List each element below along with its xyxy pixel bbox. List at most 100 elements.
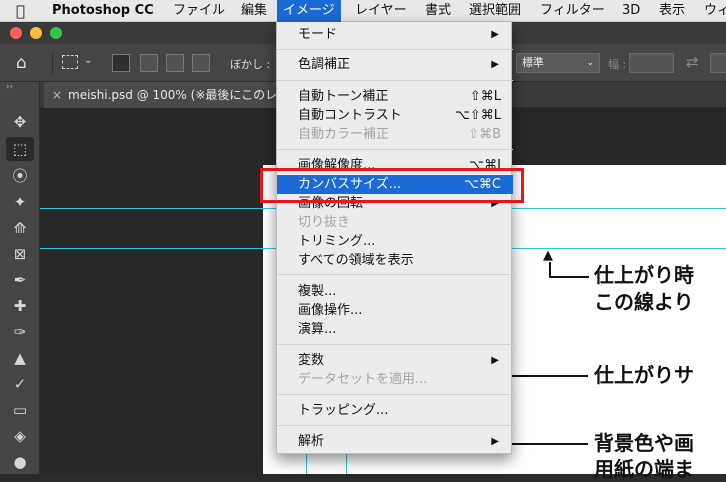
menu-item-trim[interactable]: トリミング... xyxy=(277,232,513,251)
eraser-tool-icon[interactable]: ▭ xyxy=(6,398,34,422)
submenu-arrow-icon: ▶ xyxy=(491,355,499,366)
stamp-tool-icon[interactable]: ▲ xyxy=(6,346,34,370)
collapse-icon[interactable]: ›› xyxy=(6,82,13,92)
menu-item-label: 自動トーン補正 xyxy=(298,89,389,104)
healing-brush-tool-icon[interactable]: ✚ xyxy=(6,294,34,318)
menu-item-label: モード xyxy=(298,27,338,42)
minimize-window-icon[interactable] xyxy=(30,27,42,39)
menu-edit[interactable]: 編集 xyxy=(241,0,267,22)
blur-tool-icon[interactable]: ● xyxy=(6,450,34,474)
swap-icon[interactable]: ⇄ xyxy=(686,53,699,71)
menu-item-label: トリミング... xyxy=(298,234,376,249)
menu-item-label: 解析 xyxy=(298,434,325,449)
menu-item-label: 色調補正 xyxy=(298,57,351,72)
menu-view[interactable]: 表示 xyxy=(659,0,685,22)
menu-item-label: 演算... xyxy=(298,322,337,337)
menu-item-crop: 切り抜き xyxy=(277,213,513,232)
menu-item-label: トラッピング... xyxy=(298,403,389,418)
close-window-icon[interactable] xyxy=(10,27,22,39)
document-tab-title: meishi.psd @ 100% (※最後にこのレイ xyxy=(68,88,290,102)
menu-item-shortcut: ⇧⌘L xyxy=(469,89,501,104)
menu-item-label: すべての領域を表示 xyxy=(298,253,414,268)
menu-item-shortcut: ⇧⌘B xyxy=(468,127,501,142)
home-icon[interactable]: ⌂ xyxy=(16,53,27,73)
menu-item-duplicate[interactable]: 複製... xyxy=(277,282,513,301)
menu-item-auto-contrast[interactable]: 自動コントラスト ⌥⇧⌘L xyxy=(277,106,513,125)
menu-item-label: 切り抜き xyxy=(298,215,351,230)
menu-separator xyxy=(277,274,513,275)
note-text: 背景色や画 xyxy=(594,431,694,455)
zoom-window-icon[interactable] xyxy=(50,27,62,39)
menu-type[interactable]: 書式 xyxy=(425,0,451,22)
menu-app-photoshop[interactable]: Photoshop CC xyxy=(52,0,154,22)
menu-item-trap[interactable]: トラッピング... xyxy=(277,401,513,420)
menu-layer[interactable]: レイヤー xyxy=(355,0,407,22)
menu-separator xyxy=(277,49,513,50)
menu-window[interactable]: ウィ xyxy=(704,0,726,22)
close-tab-icon[interactable]: × xyxy=(52,82,62,108)
magic-wand-tool-icon[interactable]: ✦ xyxy=(6,190,34,214)
menu-item-adjustments[interactable]: 色調補正 ▶ xyxy=(277,55,513,74)
note-line xyxy=(512,443,588,445)
paint-bucket-tool-icon[interactable]: ◈ xyxy=(6,424,34,448)
menu-item-mode[interactable]: モード ▶ xyxy=(277,25,513,44)
eyedropper-tool-icon[interactable]: ✒ xyxy=(6,268,34,292)
feather-label: ぼかし : xyxy=(230,58,271,71)
width-label: 幅 : xyxy=(608,58,627,71)
tools-panel: ›› ✥ ⬚ ⦿ ✦ ⟰ ⊠ ✒ ✚ ✑ ▲ ✓ ▭ ◈ ● xyxy=(0,82,40,474)
chevron-down-icon[interactable]: ⌄ xyxy=(84,55,92,66)
note-text: 用紙の端ま xyxy=(594,457,694,481)
note-text: この線より xyxy=(594,290,694,314)
menu-file[interactable]: ファイル xyxy=(173,0,225,22)
menu-item-calculations[interactable]: 演算... xyxy=(277,320,513,339)
note-text: 仕上がり時 xyxy=(594,263,694,287)
menu-item-auto-tone[interactable]: 自動トーン補正 ⇧⌘L xyxy=(277,87,513,106)
height-input[interactable] xyxy=(710,53,726,73)
submenu-arrow-icon: ▶ xyxy=(491,436,499,447)
menu-item-apply-image[interactable]: 画像操作... xyxy=(277,301,513,320)
frame-tool-icon[interactable]: ⊠ xyxy=(6,242,34,266)
history-brush-tool-icon[interactable]: ✓ xyxy=(6,372,34,396)
menu-item-analysis[interactable]: 解析 ▶ xyxy=(277,432,513,451)
move-tool-icon[interactable]: ✥ xyxy=(6,110,34,134)
brush-tool-icon[interactable]: ✑ xyxy=(6,320,34,344)
menu-item-variables[interactable]: 変数 ▶ xyxy=(277,351,513,370)
width-input[interactable] xyxy=(629,53,674,73)
highlight-callout-box xyxy=(260,168,524,203)
subtract-selection-icon[interactable] xyxy=(166,54,184,72)
menu-3d[interactable]: 3D xyxy=(622,0,640,22)
note-line xyxy=(549,276,589,278)
menu-separator xyxy=(277,344,513,345)
submenu-arrow-icon: ▶ xyxy=(491,29,499,40)
menu-item-auto-color: 自動カラー補正 ⇧⌘B xyxy=(277,125,513,144)
note-text: 仕上がりサ xyxy=(594,363,694,387)
menu-item-label: 変数 xyxy=(298,353,325,368)
menu-separator xyxy=(277,425,513,426)
marquee-tool-icon[interactable]: ⬚ xyxy=(6,137,34,161)
add-selection-icon[interactable] xyxy=(140,54,158,72)
lasso-tool-icon[interactable]: ⦿ xyxy=(6,164,34,188)
intersect-selection-icon[interactable] xyxy=(192,54,210,72)
apple-icon[interactable]:  xyxy=(16,0,25,22)
menu-item-shortcut: ⌥⇧⌘L xyxy=(454,108,501,123)
menu-item-label: 自動カラー補正 xyxy=(298,127,390,142)
divider xyxy=(52,52,53,74)
marquee-preset-icon[interactable] xyxy=(62,55,78,69)
menu-filter[interactable]: フィルター xyxy=(540,0,605,22)
menu-item-reveal-all[interactable]: すべての領域を表示 xyxy=(277,251,513,270)
menu-item-apply-data-set: データセットを適用... xyxy=(277,370,513,389)
menu-separator xyxy=(277,149,513,150)
menu-separator xyxy=(277,394,513,395)
menu-bar:  Photoshop CC ファイル 編集 イメージ レイヤー 書式 選択範囲… xyxy=(0,0,726,22)
menu-select[interactable]: 選択範囲 xyxy=(469,0,521,22)
menu-item-label: 自動コントラスト xyxy=(298,108,402,123)
menu-item-label: データセットを適用... xyxy=(298,372,428,387)
menu-item-label: 複製... xyxy=(298,284,337,299)
style-value: 標準 xyxy=(522,56,544,69)
image-menu-dropdown: モード ▶ 色調補正 ▶ 自動トーン補正 ⇧⌘L 自動コントラスト ⌥⇧⌘L 自… xyxy=(276,22,513,454)
style-select[interactable]: 標準 ⌄ xyxy=(516,53,600,73)
crop-tool-icon[interactable]: ⟰ xyxy=(6,216,34,240)
new-selection-icon[interactable] xyxy=(112,54,130,72)
submenu-arrow-icon: ▶ xyxy=(491,59,499,70)
menu-image[interactable]: イメージ xyxy=(277,0,341,22)
